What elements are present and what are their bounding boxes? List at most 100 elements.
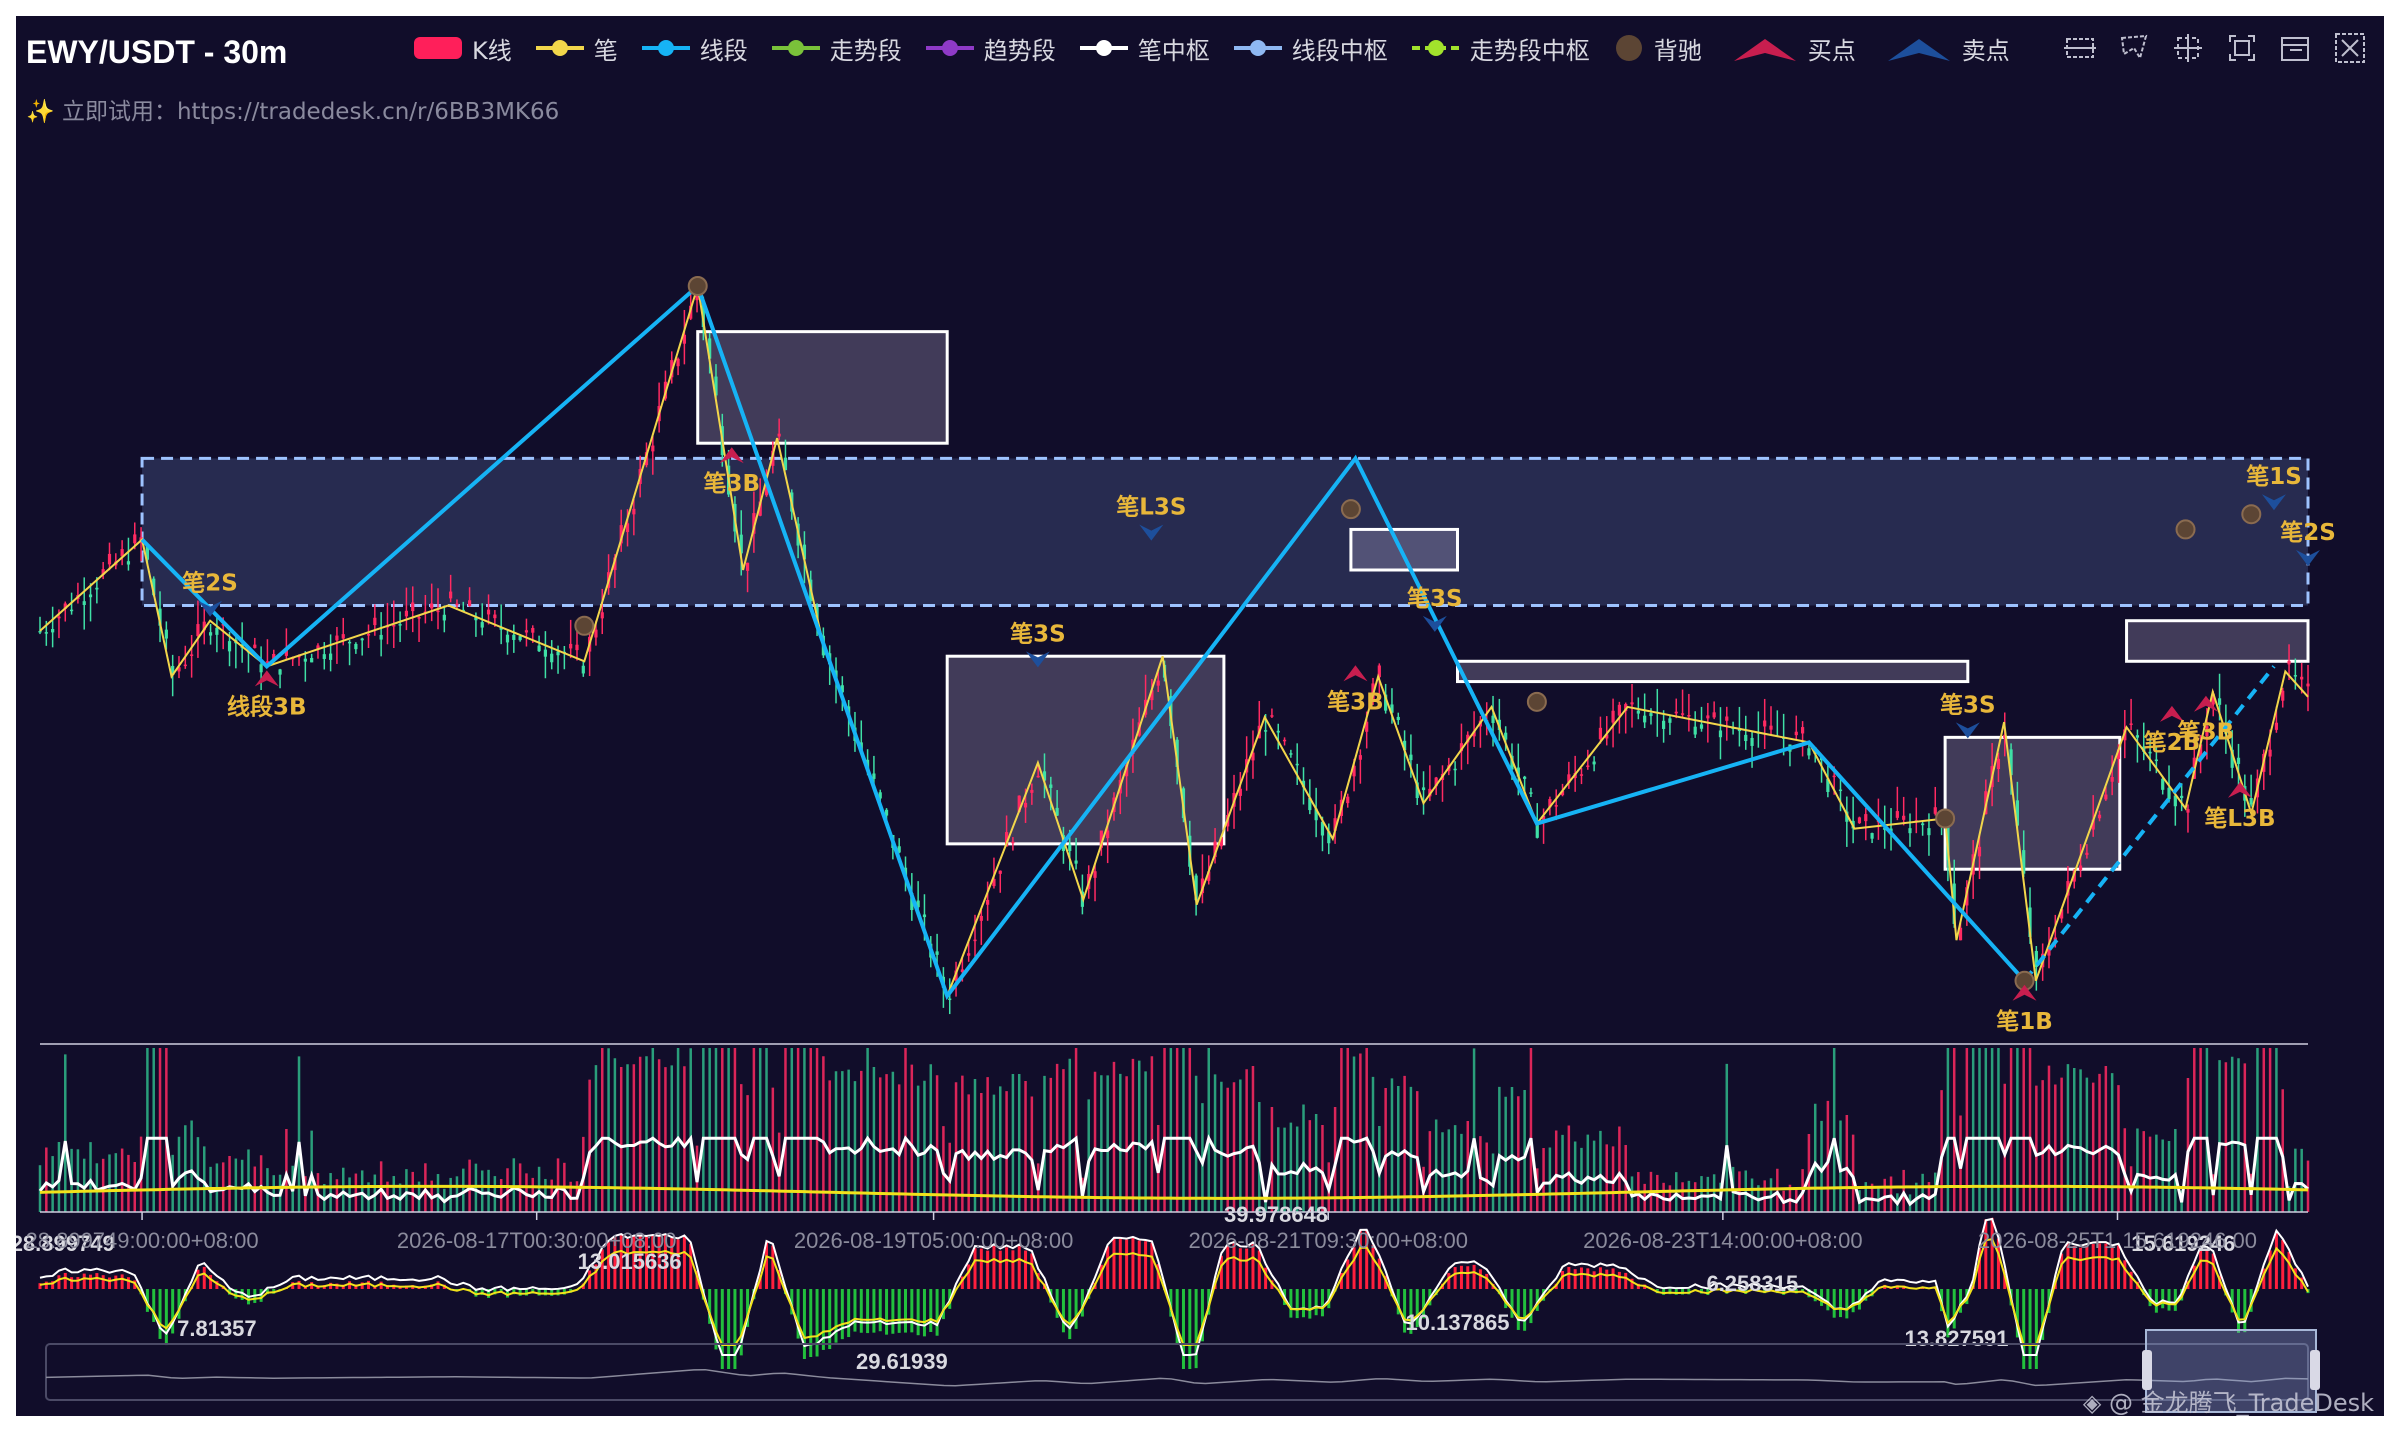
candle-body — [436, 610, 440, 613]
candle-body — [392, 625, 396, 627]
signal-label: 笔3B — [703, 470, 760, 497]
candle-body — [1074, 860, 1078, 864]
legend-item-10[interactable]: 卖点 — [1884, 31, 2010, 66]
fullscreen-icon[interactable] — [2224, 30, 2260, 66]
close-selection-icon[interactable] — [2332, 30, 2368, 66]
divergence-marker — [1935, 808, 1956, 829]
x-tick-label: 28.899749:00:00+08:00 — [26, 1228, 259, 1253]
candle-body — [1068, 844, 1072, 851]
macd-panel: 28.89974913.0156367.8135729.6193939.9786… — [16, 1202, 2310, 1374]
candle-body — [948, 998, 952, 1001]
zhongshu-layer — [140, 330, 2310, 871]
data-view-icon[interactable] — [2278, 30, 2314, 66]
lasso-select-icon[interactable] — [2116, 30, 2152, 66]
candle-body — [303, 658, 307, 662]
chart-title: EWY/USDT - 30m — [26, 34, 288, 70]
candle-body — [1586, 765, 1590, 768]
candle-body — [537, 645, 541, 652]
candle-body — [1977, 846, 1982, 857]
reset-zoom-icon[interactable] — [2170, 30, 2206, 66]
line-dot-icon — [640, 33, 692, 63]
legend-item-2[interactable]: 线段 — [640, 31, 748, 66]
candle-body — [2154, 759, 2158, 762]
candle-body — [1908, 828, 1912, 834]
signal-label: 笔L3B — [2204, 805, 2275, 832]
candle-body — [1529, 792, 1533, 794]
legend-item-9[interactable]: 买点 — [1730, 31, 1856, 66]
candle-body — [1270, 715, 1274, 717]
candle-body — [2186, 809, 2190, 813]
macd-value-label: 10.137865 — [1406, 1310, 1510, 1335]
x-axis: 28.899749:00:00+08:00 2026-08-17T00:30:00… — [26, 1211, 2308, 1253]
signal-label: 笔1S — [2246, 463, 2302, 490]
macd-value-label: 7.81357 — [177, 1316, 257, 1341]
candle-body — [1921, 823, 1925, 826]
candle-body — [208, 632, 213, 636]
legend-item-7[interactable]: 走势段中枢 — [1410, 31, 1590, 66]
line-dot-icon — [1078, 33, 1130, 63]
candle-body — [1421, 787, 1426, 791]
candle-body — [51, 629, 55, 633]
macd-value-label: 39.978648 — [1224, 1202, 1328, 1227]
candle-body — [69, 609, 74, 612]
candle-body — [745, 562, 750, 571]
legend-item-6[interactable]: 线段中枢 — [1232, 31, 1388, 66]
signal-label: 笔3B — [1327, 688, 1384, 715]
x-tick-label: 2026-08-21T09:30:00+08:00 — [1188, 1228, 1468, 1253]
legend-label: 线段中枢 — [1291, 36, 1388, 65]
kline-chart[interactable]: 笔2S线段3B笔3B笔3S笔L3S笔3B笔3S笔3S笔1B笔2B笔3B笔L3B笔… — [16, 16, 2384, 1416]
candle-body — [1611, 710, 1615, 723]
candle-body — [524, 630, 529, 633]
candle-body — [1996, 758, 2001, 770]
candle-body — [1668, 718, 1672, 723]
candle-body — [1523, 776, 1527, 779]
zoom-select-icon[interactable] — [2062, 30, 2098, 66]
macd-value-label: 29.61939 — [856, 1349, 948, 1374]
candle-body — [493, 614, 497, 619]
candle-body — [935, 951, 939, 955]
divergence-marker — [574, 615, 595, 636]
circle-icon — [1612, 33, 1646, 63]
candle-body — [1933, 807, 1937, 814]
zoom-preview — [45, 1368, 2309, 1387]
candle-body — [2300, 676, 2304, 680]
dashed-dot-icon — [1410, 33, 1462, 63]
candle-body — [2161, 778, 2165, 790]
candle-body — [1870, 833, 1874, 839]
candle-body — [259, 664, 263, 673]
legend-item-8[interactable]: 背驰 — [1612, 31, 1702, 66]
candle-body — [1598, 727, 1603, 740]
candle-body — [354, 643, 358, 650]
candle-body — [310, 657, 314, 663]
legend-item-3[interactable]: 走势段 — [770, 31, 902, 66]
x-tick-label: 2026-08-23T14:00:00+08:00 — [1583, 1228, 1863, 1253]
divergence-marker — [687, 276, 708, 296]
candles-layer — [38, 285, 2310, 1015]
legend-item-4[interactable]: 趋势段 — [924, 31, 1056, 66]
trial-link[interactable]: ✨ 立即试用：https://tradedesk.cn/r/6BB3MK66 — [26, 92, 559, 126]
candle-body — [1264, 730, 1268, 732]
signal-buy: 笔3B — [1327, 665, 1384, 715]
legend-label: 笔中枢 — [1137, 36, 1210, 65]
candle-body — [569, 643, 573, 649]
candle-body — [512, 634, 516, 640]
candle-body — [398, 624, 402, 626]
signal-buy: 笔3B — [703, 447, 760, 497]
candle-body — [1579, 774, 1584, 776]
candle-body — [1106, 830, 1110, 839]
bi-line — [39, 285, 2309, 999]
candle-body — [2167, 787, 2171, 800]
bi-zhongshu-box — [2125, 619, 2310, 663]
legend-item-5[interactable]: 笔中枢 — [1078, 31, 1210, 66]
signal-label: 线段3B — [227, 693, 307, 720]
candle-body — [341, 634, 345, 639]
legend-item-0[interactable]: K线 — [412, 31, 512, 66]
candle-body — [455, 603, 459, 606]
candle-body — [1643, 715, 1647, 723]
candle-body — [1687, 715, 1691, 717]
candle-body — [227, 641, 232, 652]
legend-item-1[interactable]: 笔 — [534, 31, 618, 66]
candle-body — [1282, 739, 1287, 742]
candle-body — [183, 664, 187, 667]
candle-body — [360, 638, 364, 641]
